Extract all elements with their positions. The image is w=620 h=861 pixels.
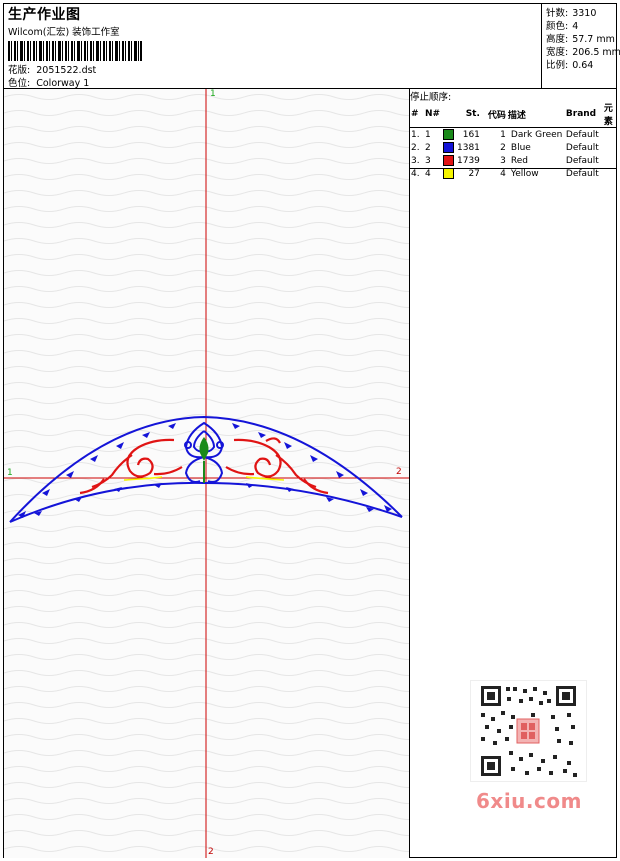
row-brand: Default [565,129,599,140]
row-desc: Dark Green [510,129,563,140]
design-file-row: 花版: 2051522.dst [8,62,96,76]
scale-row: 比例: 0.64 [546,57,593,71]
row-desc: Red [510,155,529,166]
row-brand: Default [565,142,599,153]
col-header: 描述 [506,101,565,128]
width-row: 宽度: 206.5 mm [546,44,620,58]
table-row: 1. 1 161 1 Dark Green Default [410,128,616,142]
col-header: Brand [564,101,603,128]
header-info: 生产作业图 Wilcom(汇宏) 装饰工作室 花版: 2051522.dst 色… [4,4,540,89]
axis-label-bottom: 2 [208,847,214,857]
row-desc: Blue [510,142,531,153]
row-stitches: 161 [462,129,480,140]
col-header: # [410,101,424,128]
table-divider [410,168,617,169]
color-swatch [443,142,454,153]
qr-code-icon [481,686,577,777]
row-code: 2 [500,142,506,153]
col-header: St. [456,101,481,128]
color-swatch [443,129,454,140]
row-stitches: 1381 [457,142,480,153]
design-preview: 1 2 1 2 [4,89,410,858]
stat-value: 0.64 [572,60,594,71]
row-code: 1 [500,129,506,140]
row-num: 2. [411,142,420,153]
row-num: 1. [411,129,420,140]
stat-label: 比例: [546,60,569,71]
barcode [8,41,142,61]
embroidery-canvas [4,89,409,858]
row-n: 1 [425,129,431,140]
axis-label-left: 1 [7,468,13,478]
axis-label-top: 1 [210,89,216,99]
table-row: 3. 3 1739 3 Red Default [410,154,616,167]
stitch-count-row: 针数: 3310 [546,5,596,19]
row-stitches: 1739 [457,155,480,166]
row-num: 3. [411,155,420,166]
stats-panel: 针数: 3310 颜色: 4 高度: 57.7 mm 宽度: 206.5 mm 比例: 0… [541,4,620,88]
row-n: 3 [425,155,431,166]
studio-name: Wilcom(汇宏) 装饰工作室 [8,27,120,38]
col-header: N# [424,101,442,128]
col-header: 代码 [480,101,507,128]
page-title: 生产作业图 [8,7,81,23]
row-code: 3 [500,155,506,166]
watermark-text: 6xiu.com [476,789,582,813]
height-row: 高度: 57.7 mm [546,31,615,45]
axis-label-right: 2 [396,467,402,477]
colorway-row: 色位: Colorway 1 [8,75,89,89]
color-swatch [443,168,454,179]
row-brand: Default [565,155,599,166]
table-header-row: # N# St. 代码 描述 Brand 元素 [410,101,616,128]
color-swatch [443,155,454,166]
color-count-row: 颜色: 4 [546,18,578,32]
row-n: 2 [425,142,431,153]
qr-code [470,680,587,782]
table-row: 2. 2 1381 2 Blue Default [410,141,616,154]
col-header: 元素 [602,101,616,128]
